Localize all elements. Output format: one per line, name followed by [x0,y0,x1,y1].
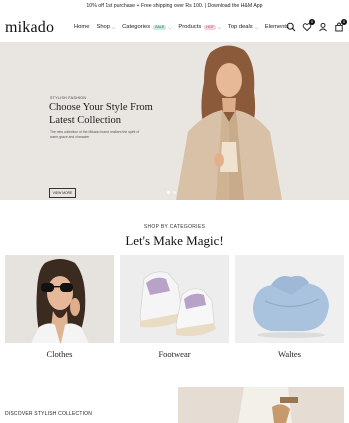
header: mikado Home Shop ⌵ Categories SALE ⌵ Pro… [0,14,349,42]
nav-top-deals[interactable]: Top deals ⌵ [228,24,258,30]
hero-banner: STYLISH FASHION Choose Your Style From L… [0,42,349,200]
hero-model-image [156,42,296,200]
nav-shop[interactable]: Shop ⌵ [96,24,115,30]
category-card-footwear[interactable] [120,255,229,343]
sale-badge: SALE [153,24,167,30]
nav-top-deals-label: Top deals [227,24,253,30]
chevron-down-icon: ⌵ [168,24,172,30]
hot-badge: HOT [204,24,216,30]
user-icon[interactable] [318,22,328,32]
hero-text: The new collection of the Mikado brand r… [50,130,140,139]
hero-title: Choose Your Style From Latest Collection [49,102,153,126]
nav-products[interactable]: Products HOT ⌵ [178,24,221,30]
search-icon[interactable] [286,22,296,32]
chevron-down-icon: ⌵ [254,24,258,30]
category-card-clothes[interactable] [5,255,114,343]
slider-dot[interactable] [167,191,170,194]
cart-count: 0 [341,19,347,25]
wishlist-count: 0 [309,19,315,25]
nav-shop-label: Shop [96,24,111,30]
slider-dots [167,191,176,194]
section-title: Let's Make Magic! [125,233,224,248]
bag-icon[interactable]: 0 [334,19,347,32]
header-icons: 0 0 [286,19,347,32]
category-label-wallets[interactable]: Waltes [235,349,344,359]
discover-heading: DISCOVER STYLISH COLLECTION [5,411,93,417]
announcement-bar: 10% off 1st purchase + Free shipping ove… [86,3,263,9]
slider-dot[interactable] [173,191,176,194]
hero-tag: STYLISH FASHION [50,96,87,100]
nav-categories[interactable]: Categories SALE ⌵ [122,24,171,30]
chevron-down-icon: ⌵ [217,24,221,30]
nav-home[interactable]: Home [74,24,89,30]
category-label-clothes[interactable]: Clothes [5,349,114,359]
nav-products-label: Products [178,24,202,30]
section-subtitle: SHOP BY CATEGORIES [143,224,206,230]
nav-home-label: Home [74,24,90,30]
category-label-footwear[interactable]: Footwear [120,349,229,359]
heart-icon[interactable]: 0 [302,19,315,32]
nav-categories-label: Categories [122,24,151,30]
view-more-button[interactable]: VIEW MORE [49,188,76,198]
collection-image [178,387,344,423]
category-card-wallets[interactable] [235,255,344,343]
main-nav: Home Shop ⌵ Categories SALE ⌵ Products H… [74,24,294,30]
chevron-down-icon: ⌵ [112,24,116,30]
logo[interactable]: mikado [5,19,54,37]
